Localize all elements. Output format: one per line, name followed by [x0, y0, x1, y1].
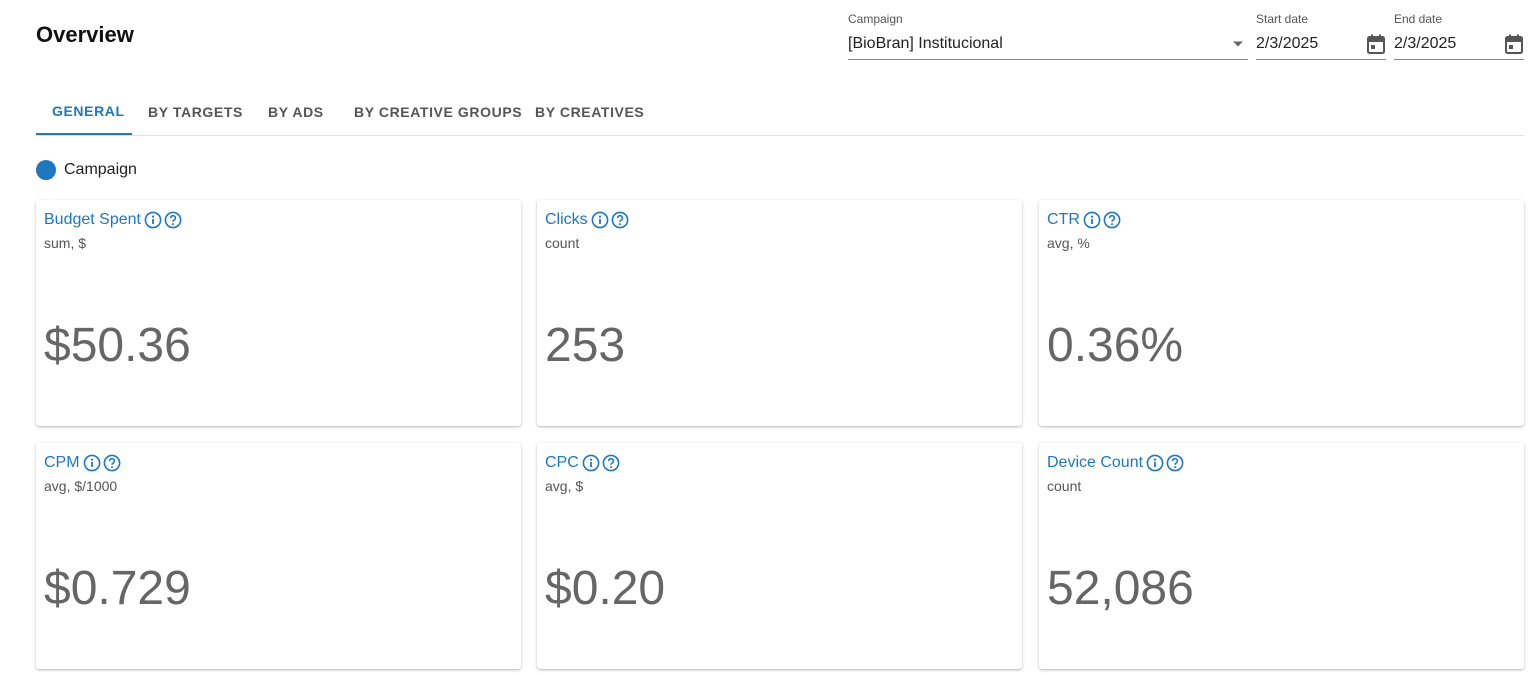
metric-title[interactable]: Device Count — [1047, 454, 1143, 472]
metric-value: $50.36 — [44, 319, 191, 372]
tab-by-creative-groups[interactable]: BY CREATIVE GROUPS — [338, 88, 538, 135]
info-icon[interactable] — [1146, 454, 1164, 472]
tab-bar: GENERAL BY TARGETS BY ADS BY CREATIVE GR… — [36, 88, 1524, 136]
metric-subtitle: avg, % — [1047, 235, 1090, 251]
metric-value: $0.729 — [44, 562, 191, 615]
help-icon[interactable] — [164, 211, 182, 229]
metric-card-cpc: CPC avg, $ $0.20 — [537, 443, 1022, 669]
metric-title[interactable]: Clicks — [545, 211, 588, 229]
metric-subtitle: sum, $ — [44, 235, 87, 251]
metric-title[interactable]: CTR — [1047, 211, 1080, 229]
metric-value: 253 — [545, 319, 626, 372]
tab-by-ads[interactable]: BY ADS — [252, 88, 340, 135]
start-date-label: Start date — [1256, 12, 1309, 26]
legend-label: Campaign — [64, 161, 137, 178]
dropdown-arrow-icon[interactable] — [1228, 34, 1248, 54]
metric-subtitle: avg, $/1000 — [44, 478, 118, 494]
metric-value: 52,086 — [1047, 562, 1194, 615]
tab-by-creatives[interactable]: BY CREATIVES — [519, 88, 660, 135]
help-icon[interactable] — [1166, 454, 1184, 472]
info-icon[interactable] — [1083, 211, 1101, 229]
info-icon[interactable] — [144, 211, 162, 229]
metric-card-cpm: CPM avg, $/1000 $0.729 — [36, 443, 521, 669]
end-date-label: End date — [1394, 12, 1443, 26]
info-icon[interactable] — [591, 211, 609, 229]
metric-card-budget-spent: Budget Spent sum, $ $50.36 — [36, 200, 521, 426]
help-icon[interactable] — [1103, 211, 1121, 229]
start-date-value: 2/3/2025 — [1256, 35, 1319, 52]
legend: Campaign — [36, 160, 137, 180]
metric-value: $0.20 — [545, 562, 666, 615]
start-date-field[interactable]: Start date 2/3/2025 — [1256, 12, 1386, 60]
campaign-select[interactable]: Campaign [BioBran] Institucional — [848, 12, 1248, 60]
legend-dot — [36, 160, 56, 180]
metric-card-ctr: CTR avg, % 0.36% — [1039, 200, 1524, 426]
end-date-field[interactable]: End date 2/3/2025 — [1394, 12, 1524, 60]
calendar-icon[interactable] — [1504, 34, 1524, 54]
help-icon[interactable] — [611, 211, 629, 229]
info-icon[interactable] — [582, 454, 600, 472]
metric-title[interactable]: CPC — [545, 454, 579, 472]
tab-general[interactable]: GENERAL — [36, 88, 132, 135]
metric-subtitle: count — [545, 235, 580, 251]
metric-title[interactable]: Budget Spent — [44, 211, 141, 229]
tab-by-targets[interactable]: BY TARGETS — [132, 88, 259, 135]
campaign-value: [BioBran] Institucional — [848, 35, 1003, 52]
metric-card-device-count: Device Count count 52,086 — [1039, 443, 1524, 669]
metric-subtitle: count — [1047, 478, 1082, 494]
end-date-value: 2/3/2025 — [1394, 35, 1457, 52]
metric-subtitle: avg, $ — [545, 478, 584, 494]
calendar-icon[interactable] — [1366, 34, 1386, 54]
help-icon[interactable] — [103, 454, 121, 472]
page-title: Overview — [36, 22, 134, 47]
metric-card-clicks: Clicks count 253 — [537, 200, 1022, 426]
help-icon[interactable] — [602, 454, 620, 472]
metric-title[interactable]: CPM — [44, 454, 80, 472]
metric-value: 0.36% — [1047, 319, 1184, 372]
info-icon[interactable] — [83, 454, 101, 472]
campaign-label: Campaign — [848, 12, 903, 26]
